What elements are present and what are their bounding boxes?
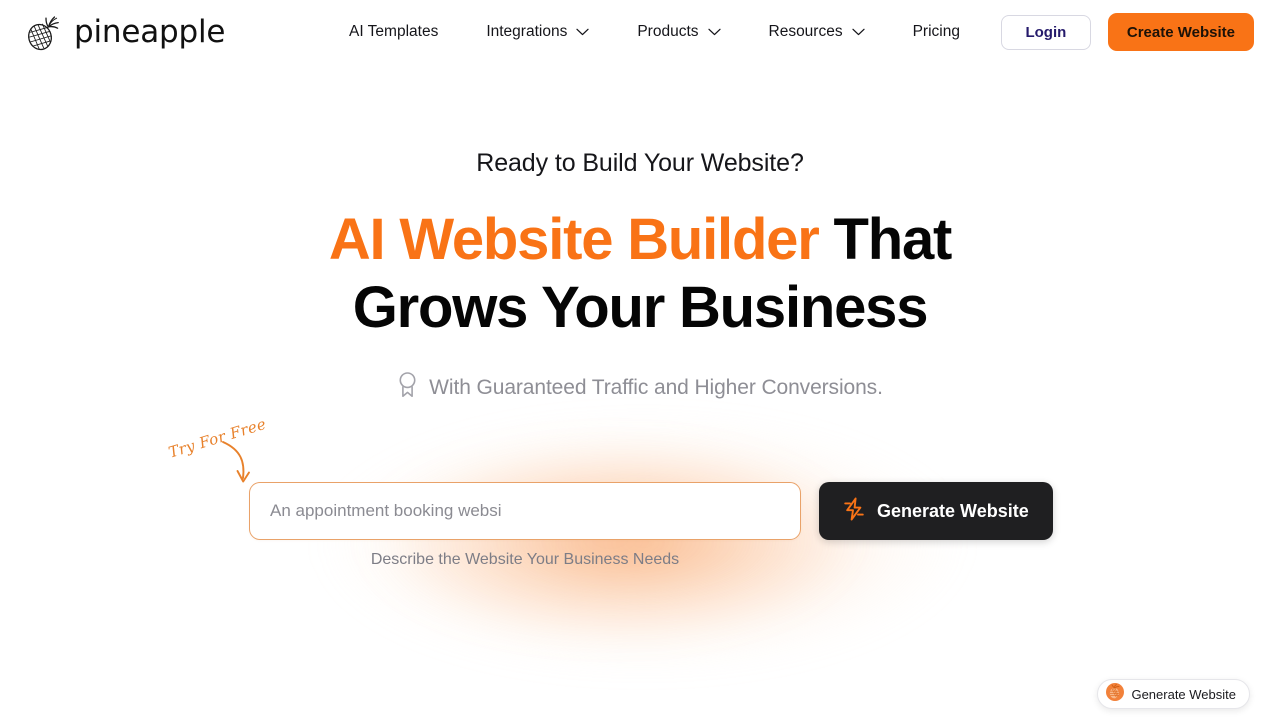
generate-website-button[interactable]: Generate Website	[819, 482, 1053, 540]
headline-accent: AI Website Builder	[328, 207, 820, 272]
floating-widget-label: Generate Website	[1131, 686, 1236, 702]
nav-label: Resources	[768, 23, 843, 40]
generate-website-label: Generate Website	[877, 500, 1029, 521]
pineapple-badge-icon	[1106, 682, 1125, 706]
create-website-button[interactable]: Create Website	[1107, 13, 1254, 51]
chevron-down-icon	[576, 28, 589, 36]
headline-line-1: AI Website Builder That	[0, 206, 1280, 274]
nav-label: AI Templates	[349, 23, 439, 40]
nav-item-ai-templates[interactable]: AI Templates	[325, 17, 462, 47]
award-badge-icon	[397, 371, 418, 404]
hero-subtitle-text: With Guaranteed Traffic and Higher Conve…	[429, 375, 883, 399]
brand-logo[interactable]: pineapple	[24, 12, 225, 52]
main-nav: AI Templates Integrations Products Resou…	[325, 17, 984, 47]
nav-item-pricing[interactable]: Pricing	[889, 17, 984, 47]
brand-name: pineapple	[74, 14, 226, 50]
nav-label: Products	[637, 23, 699, 40]
nav-item-integrations[interactable]: Integrations	[462, 17, 613, 47]
header-actions: Login Create Website	[1000, 13, 1254, 51]
hero-subtitle: With Guaranteed Traffic and Higher Conve…	[0, 371, 1280, 404]
try-for-free-annotation: Try For Free	[165, 415, 295, 500]
headline-line-2: Grows Your Business	[352, 275, 929, 340]
hero-glow-background	[185, 395, 1065, 705]
chevron-down-icon	[851, 28, 865, 36]
prompt-helper-text: Describe the Website Your Business Needs	[370, 551, 680, 568]
pineapple-icon	[24, 12, 62, 52]
prompt-form: Generate Website	[249, 482, 1053, 540]
lightning-bolt-icon	[843, 497, 865, 526]
chevron-down-icon	[707, 28, 721, 36]
site-header: pineapple AI Templates Integrations Prod…	[0, 0, 1280, 64]
hero-section: Ready to Build Your Website? AI Website …	[0, 0, 1280, 720]
nav-item-products[interactable]: Products	[613, 17, 744, 47]
website-prompt-input[interactable]	[249, 482, 801, 540]
login-button[interactable]: Login	[1000, 14, 1091, 50]
page-title: AI Website Builder That Grows Your Busin…	[0, 206, 1280, 342]
headline-rest: That	[818, 207, 953, 272]
hero-eyebrow: Ready to Build Your Website?	[476, 149, 804, 177]
nav-label: Integrations	[486, 23, 568, 40]
hero-glow-core	[300, 430, 920, 650]
nav-item-resources[interactable]: Resources	[745, 17, 889, 47]
nav-label: Pricing	[912, 23, 960, 40]
floating-generate-widget[interactable]: Generate Website	[1097, 679, 1250, 709]
